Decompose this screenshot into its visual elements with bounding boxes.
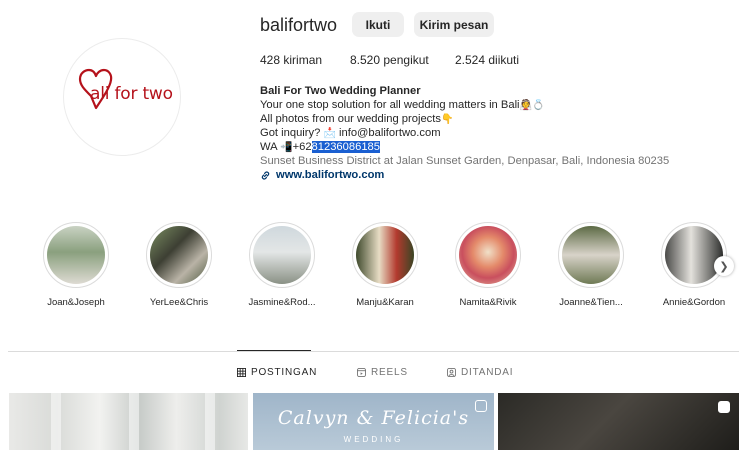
- logo-text: ali for two: [90, 84, 173, 104]
- highlight-item[interactable]: Joanne&Tien...: [541, 222, 641, 308]
- bio-line-2: All photos from our wedding projects👇: [260, 113, 454, 125]
- pointing-down-emoji-icon: 👇: [440, 114, 454, 125]
- highlight-cover: [356, 226, 414, 284]
- bio-line-1: Your one stop solution for all wedding m…: [260, 99, 545, 111]
- bali-for-two-logo: ali for two: [64, 38, 180, 156]
- message-button[interactable]: Kirim pesan: [414, 12, 494, 37]
- reels-badge-icon: [475, 400, 487, 412]
- inbox-emoji-icon: 📩: [323, 128, 336, 139]
- bio-website-link[interactable]: www.balifortwo.com: [260, 168, 730, 182]
- bio-line-3: Got inquiry? 📩 info@balifortwo.com: [260, 127, 441, 139]
- reels-icon: [357, 368, 366, 377]
- carousel-badge-icon: [718, 401, 730, 413]
- ring-emoji-icon: 💍: [532, 100, 545, 111]
- tab-posts[interactable]: POSTINGAN: [237, 367, 317, 378]
- reel-subtitle: WEDDING: [343, 435, 404, 444]
- grid-icon: [237, 368, 246, 377]
- story-highlights: Joan&Joseph YerLee&Chris Jasmine&Rod... …: [0, 218, 740, 313]
- highlight-item[interactable]: Joan&Joseph: [26, 222, 126, 308]
- highlight-item[interactable]: Manju&Karan: [335, 222, 435, 308]
- bio-address: Sunset Business District at Jalan Sunset…: [260, 155, 670, 167]
- tagged-icon: [447, 368, 456, 377]
- link-icon: [261, 170, 270, 180]
- highlight-cover: [459, 226, 517, 284]
- profile-stats: 428 kiriman 8.520 pengikut 2.524 diikuti: [260, 53, 555, 67]
- highlight-item[interactable]: Namita&Rivik: [438, 222, 538, 308]
- phone-emoji-icon: 📲: [280, 142, 293, 153]
- reel-thumbnail[interactable]: Calvyn & Felicia's WEDDING: [253, 393, 494, 450]
- profile-avatar[interactable]: ali for two: [63, 38, 181, 156]
- profile-username: balifortwo: [260, 15, 338, 35]
- highlight-cover: [253, 226, 311, 284]
- tab-reels[interactable]: REELS: [357, 367, 408, 378]
- highlight-item[interactable]: Jasmine&Rod...: [232, 222, 332, 308]
- following-count[interactable]: 2.524 diikuti: [455, 53, 555, 67]
- highlight-cover: [562, 226, 620, 284]
- chevron-right-icon: ❯: [719, 260, 729, 273]
- bio-email: info@balifortwo.com: [339, 127, 441, 139]
- post-thumbnail[interactable]: [9, 393, 248, 450]
- carousel-post-thumbnail[interactable]: [498, 393, 739, 450]
- highlight-cover: [47, 226, 105, 284]
- bio-whatsapp: WA 📲+6281236086185: [260, 141, 380, 153]
- selected-phone-text: 81236086185: [311, 141, 380, 153]
- posts-count: 428 kiriman: [260, 53, 323, 67]
- profile-bio: Bali For Two Wedding Planner Your one st…: [260, 84, 730, 182]
- highlight-cover: [665, 226, 723, 284]
- follow-button[interactable]: Ikuti: [352, 12, 404, 37]
- highlight-item[interactable]: YerLee&Chris: [129, 222, 229, 308]
- couple-emoji-icon: 👰: [519, 100, 532, 111]
- reel-title: Calvyn & Felicia's: [277, 407, 470, 429]
- highlight-cover: [150, 226, 208, 284]
- followers-count[interactable]: 8.520 pengikut: [350, 53, 455, 67]
- active-tab-indicator: [237, 350, 311, 351]
- tabs-divider: [8, 351, 739, 352]
- highlights-next-button[interactable]: ❯: [714, 256, 734, 276]
- tab-tagged[interactable]: DITANDAI: [447, 367, 513, 378]
- bio-name: Bali For Two Wedding Planner: [260, 85, 421, 97]
